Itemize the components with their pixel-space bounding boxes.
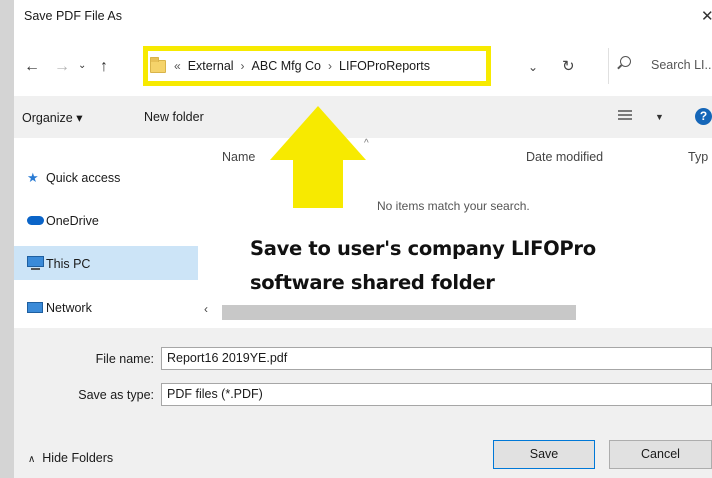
monitor-stand: [31, 268, 40, 270]
hide-folders-button[interactable]: ∧ Hide Folders: [28, 451, 113, 465]
column-header-name[interactable]: Name: [222, 150, 255, 164]
close-icon[interactable]: ✕: [701, 7, 712, 25]
annotation-arrow-stem: [293, 158, 343, 208]
sidebar-item-quick-access[interactable]: Quick access: [46, 171, 120, 185]
horizontal-scrollbar-thumb[interactable]: [222, 305, 576, 320]
save-as-type-label: Save as type:: [78, 388, 154, 402]
breadcrumb-overflow[interactable]: «: [174, 59, 181, 73]
help-icon[interactable]: ?: [695, 108, 712, 125]
file-name-field[interactable]: Report16 2019YE.pdf: [161, 347, 712, 370]
new-folder-button[interactable]: New folder: [144, 110, 204, 124]
breadcrumb-separator-icon: ›: [328, 59, 333, 73]
cloud-icon: [27, 216, 44, 225]
view-dropdown-chevron-icon[interactable]: ▼: [655, 112, 664, 122]
recent-locations-chevron-icon[interactable]: ⌄: [78, 60, 86, 71]
annotation-text: Save to user's company LIFOPro software …: [250, 232, 596, 300]
address-bar[interactable]: « External › ABC Mfg Co › LIFOProReports: [143, 46, 491, 86]
column-header-date-modified[interactable]: Date modified: [526, 150, 603, 164]
monitor-icon: [27, 256, 44, 267]
annotation-line-2: software shared folder: [250, 271, 495, 294]
sidebar-item-this-pc[interactable]: This PC: [46, 257, 90, 271]
network-icon: [27, 302, 43, 313]
folder-icon: [150, 56, 166, 73]
left-edge: [0, 0, 14, 478]
scroll-left-icon[interactable]: ‹: [204, 302, 208, 316]
annotation-arrow-head: [270, 106, 366, 160]
file-name-label: File name:: [95, 352, 154, 366]
save-button[interactable]: Save: [493, 440, 595, 469]
organize-button[interactable]: Organize ▾: [22, 110, 82, 125]
search-icon: [620, 56, 631, 67]
star-icon: ★: [27, 170, 39, 185]
breadcrumb-lifoproreports[interactable]: LIFOProReports: [339, 59, 430, 73]
back-arrow-icon[interactable]: ←: [24, 58, 40, 76]
breadcrumb-separator-icon: ›: [240, 59, 245, 73]
up-arrow-icon[interactable]: ↑: [100, 58, 108, 76]
search-placeholder: Search LI...: [651, 58, 712, 72]
save-as-type-select[interactable]: PDF files (*.PDF): [161, 383, 712, 406]
cancel-button[interactable]: Cancel: [609, 440, 712, 469]
chevron-up-icon: ∧: [28, 454, 36, 465]
sidebar-item-network[interactable]: Network: [46, 301, 92, 315]
breadcrumb-abc-mfg-co[interactable]: ABC Mfg Co: [252, 59, 321, 73]
breadcrumb-external[interactable]: External: [188, 59, 234, 73]
sidebar-item-onedrive[interactable]: OneDrive: [46, 214, 99, 228]
empty-folder-message: No items match your search.: [377, 199, 530, 213]
address-dropdown-chevron-icon[interactable]: ⌄: [528, 60, 538, 74]
view-options-icon[interactable]: [618, 110, 632, 122]
column-header-type[interactable]: Typ: [688, 150, 708, 164]
window-title: Save PDF File As: [24, 9, 122, 23]
refresh-icon[interactable]: ↻: [562, 57, 575, 75]
annotation-line-1: Save to user's company LIFOPro: [250, 237, 596, 260]
forward-arrow-icon[interactable]: →: [54, 58, 70, 76]
